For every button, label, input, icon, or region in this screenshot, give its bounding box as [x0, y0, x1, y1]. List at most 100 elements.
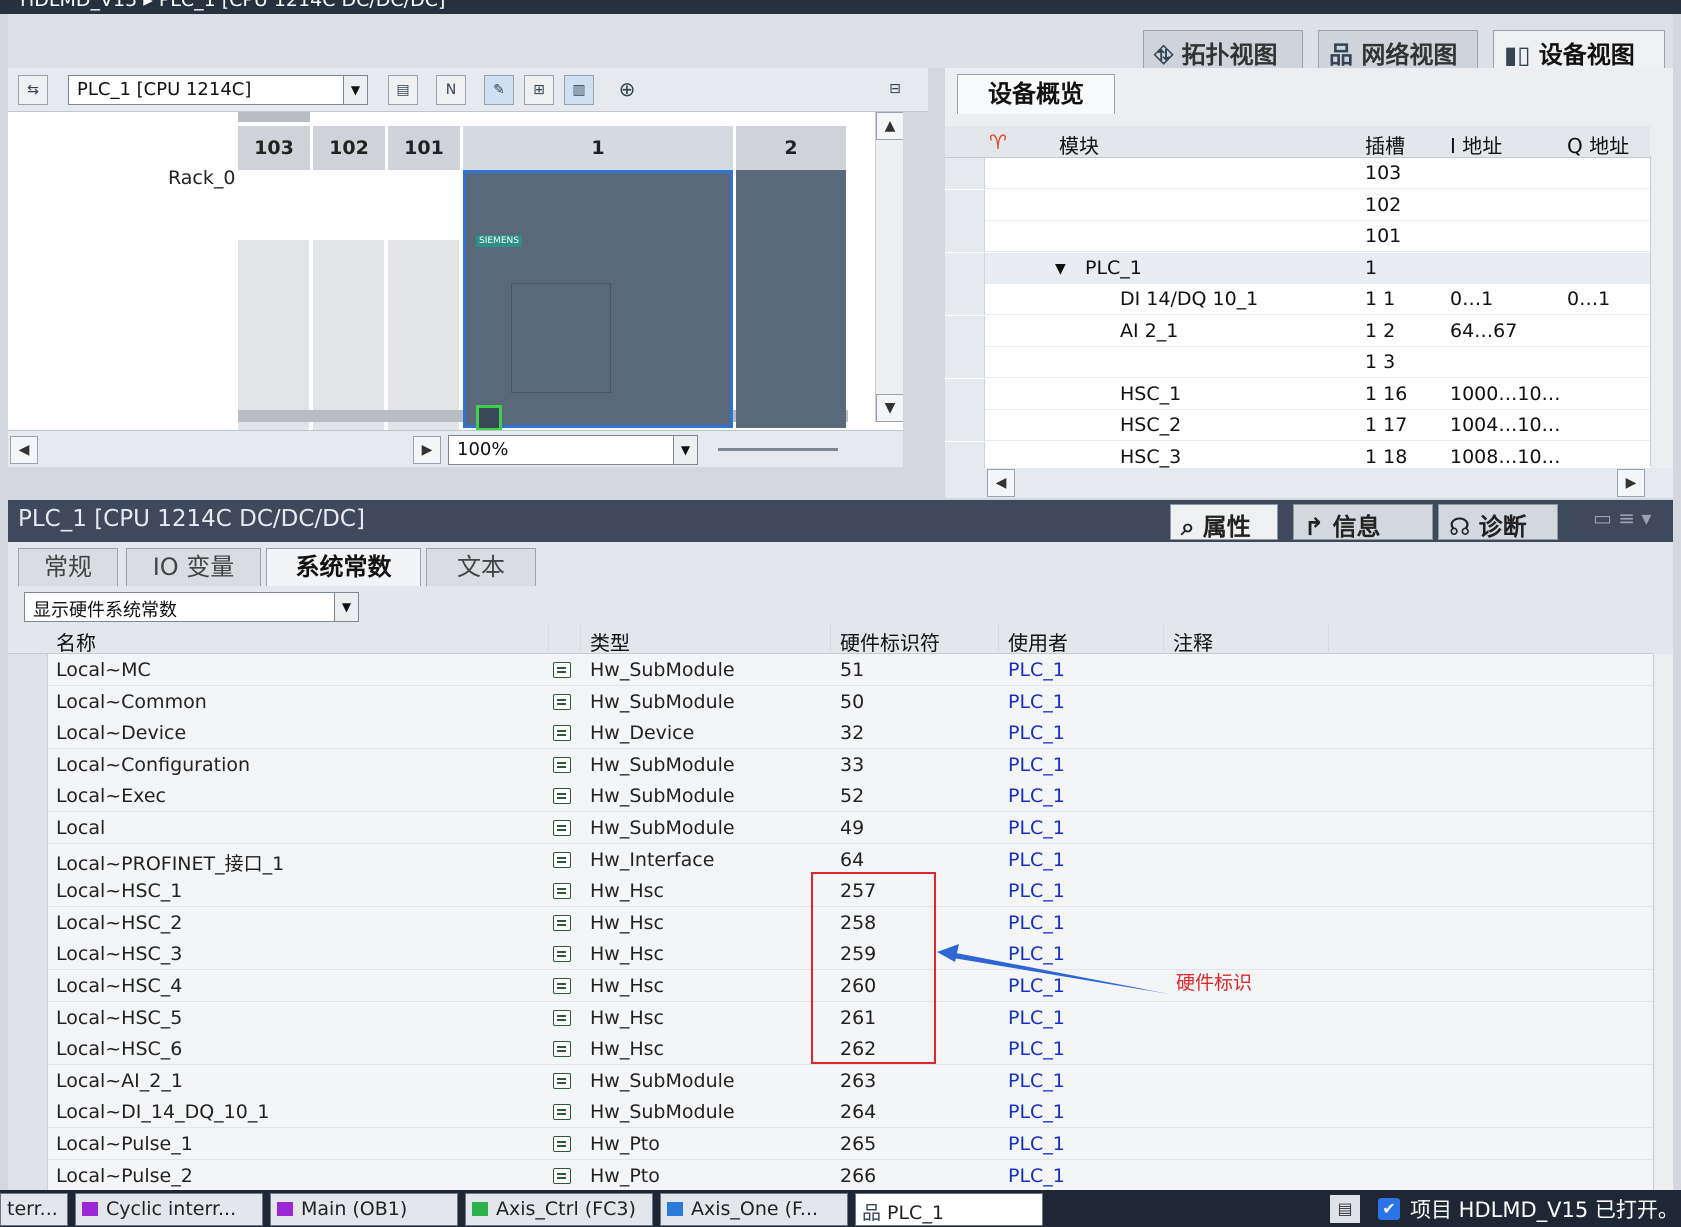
tab-device-view[interactable]: ▮▯ 设备视图: [1493, 30, 1665, 69]
cell-user[interactable]: PLC_1: [1008, 754, 1065, 776]
empty-slot[interactable]: [238, 240, 310, 430]
subtab-system-constants[interactable]: 系统常数: [266, 548, 421, 586]
cell-hwid: 263: [840, 1069, 877, 1092]
chevron-down-icon: ▼: [334, 593, 358, 621]
scroll-left-icon[interactable]: ◀: [987, 469, 1015, 497]
cell-hwid: 51: [840, 659, 865, 681]
cell-name: Local~Configuration: [56, 753, 251, 776]
canvas-vertical-scrollbar[interactable]: ▲ ▼: [875, 112, 903, 422]
cell-name: Local~HSC_4: [56, 975, 183, 997]
tab-diagnostics[interactable]: ☊ 诊断: [1438, 504, 1558, 541]
table-row[interactable]: Local~AI_2_1 Hw_SubModule 263 PLC_1: [8, 1064, 1653, 1097]
annotation-label: 硬件标识: [1176, 972, 1253, 994]
table-row[interactable]: HSC_3 1 18 1008…10…: [945, 441, 1650, 468]
table-row[interactable]: Local~PROFINET_接口_1 Hw_Interface 64 PLC_1: [8, 843, 1653, 876]
name-label-icon[interactable]: N: [436, 75, 466, 105]
zoom-slider[interactable]: [718, 448, 838, 451]
table-row[interactable]: Local~DI_14_DQ_10_1 Hw_SubModule 264 PLC_1: [8, 1096, 1653, 1129]
cell-user[interactable]: PLC_1: [1008, 849, 1065, 871]
zoom-select[interactable]: 100% ▼: [448, 435, 698, 465]
device-canvas[interactable]: 103 102 101 1 2 Rack_0 SIEMENS ▲ ▼ ◀ ▶ 1…: [8, 112, 903, 467]
cell-user[interactable]: PLC_1: [1008, 785, 1065, 807]
cell-user[interactable]: PLC_1: [1008, 1007, 1065, 1029]
cell-user[interactable]: PLC_1: [1008, 1165, 1065, 1187]
window-controls-icon[interactable]: ▭ ≡ ▾: [1593, 506, 1651, 530]
cell-name: Local~HSC_2: [56, 911, 183, 934]
table-row[interactable]: Local~Pulse_2 Hw_Pto 266 PLC_1: [8, 1159, 1653, 1190]
subtab-io-tags[interactable]: IO 变量: [126, 548, 261, 586]
cell-user[interactable]: PLC_1: [1008, 722, 1065, 744]
taskbar-item[interactable]: Cyclic interr...: [75, 1193, 263, 1226]
cell-module: AI 2_1: [1120, 319, 1179, 342]
table-row[interactable]: 1 3: [945, 347, 1650, 378]
filter-icon[interactable]: ♈: [989, 130, 1007, 154]
constants-vertical-scrollbar[interactable]: [1653, 654, 1673, 1190]
overview-vertical-scrollbar[interactable]: [1650, 156, 1673, 466]
tab-topology-view[interactable]: ⛗ 拓扑视图: [1143, 30, 1303, 69]
taskbar-item[interactable]: Axis_Ctrl (FC3): [465, 1193, 653, 1226]
expand-icon[interactable]: ▼: [1055, 261, 1066, 277]
cpu-cover: [511, 283, 611, 393]
empty-slot[interactable]: [313, 240, 385, 430]
table-row[interactable]: HSC_1 1 16 1000…10…: [945, 378, 1650, 410]
cell-user[interactable]: PLC_1: [1008, 1038, 1065, 1060]
constant-filter-select[interactable]: 显示硬件系统常数 ▼: [24, 592, 359, 622]
cell-type: Hw_Hsc: [590, 880, 664, 903]
cell-user[interactable]: PLC_1: [1008, 1101, 1065, 1123]
scroll-right-icon[interactable]: ▶: [413, 436, 441, 464]
table-row[interactable]: Local~Configuration Hw_SubModule 33 PLC_1: [8, 748, 1653, 781]
table-row[interactable]: AI 2_1 1 2 64…67: [945, 315, 1650, 347]
constant-icon: [553, 1167, 571, 1184]
overview-horizontal-scrollbar[interactable]: ◀ ▶: [945, 468, 1673, 498]
taskbar-item[interactable]: Main (OB1): [270, 1193, 458, 1226]
row-stub: [8, 843, 48, 876]
table-row[interactable]: DI 14/DQ 10_1 1 1 0…1 0…1: [945, 284, 1650, 315]
tab-network-view[interactable]: 品 网络视图: [1318, 30, 1478, 69]
taskbar-item[interactable]: Axis_One (F...: [660, 1193, 848, 1226]
scroll-left-icon[interactable]: ◀: [10, 436, 38, 464]
device-pin-icon[interactable]: ⇆: [18, 75, 48, 105]
taskbar-item[interactable]: terr...: [0, 1193, 68, 1226]
pen-icon[interactable]: ✎: [484, 75, 514, 105]
row-stub: [945, 158, 985, 189]
scroll-down-icon[interactable]: ▼: [876, 394, 903, 422]
table-row[interactable]: 102: [945, 189, 1650, 221]
table-view-icon[interactable]: ▥: [564, 75, 594, 105]
table-row[interactable]: 103: [945, 158, 1650, 189]
table-row[interactable]: Local~Pulse_1 Hw_Pto 265 PLC_1: [8, 1128, 1653, 1160]
cell-user[interactable]: PLC_1: [1008, 817, 1065, 839]
portal-view-icon[interactable]: ▤: [1330, 1195, 1360, 1223]
scroll-up-icon[interactable]: ▲: [876, 112, 903, 140]
table-row[interactable]: Local~Device Hw_Device 32 PLC_1: [8, 717, 1653, 750]
tab-device-overview[interactable]: 设备概览: [957, 74, 1115, 114]
signal-board[interactable]: [736, 170, 846, 428]
subtab-texts[interactable]: 文本: [426, 548, 536, 586]
device-select[interactable]: PLC_1 [CPU 1214C] ▼: [68, 75, 368, 105]
cell-user[interactable]: PLC_1: [1008, 691, 1065, 713]
row-stub: [945, 410, 985, 441]
table-row[interactable]: 101: [945, 221, 1650, 252]
scroll-right-icon[interactable]: ▶: [1617, 469, 1645, 497]
table-row[interactable]: Local~MC Hw_SubModule 51 PLC_1: [8, 654, 1653, 686]
cell-user[interactable]: PLC_1: [1008, 659, 1065, 681]
grid-icon[interactable]: ⊞: [524, 75, 554, 105]
table-row[interactable]: Local~Exec Hw_SubModule 52 PLC_1: [8, 780, 1653, 813]
zoom-icon[interactable]: ⊕: [612, 75, 642, 105]
subtab-general[interactable]: 常规: [18, 548, 118, 586]
taskbar-item-plc[interactable]: 品 PLC_1: [855, 1193, 1043, 1226]
table-row[interactable]: HSC_2 1 17 1004…10…: [945, 410, 1650, 441]
cell-user[interactable]: PLC_1: [1008, 912, 1065, 934]
table-row[interactable]: ▼ PLC_1 1: [945, 252, 1650, 284]
tab-info[interactable]: ↱ 信息: [1293, 504, 1433, 541]
module-view-icon[interactable]: ▤: [388, 75, 418, 105]
cpu-module[interactable]: SIEMENS: [463, 170, 733, 431]
row-stub: [8, 748, 48, 781]
table-row[interactable]: Local Hw_SubModule 49 PLC_1: [8, 812, 1653, 844]
empty-slot[interactable]: [388, 240, 460, 430]
tab-properties[interactable]: ⌕ 属性: [1170, 504, 1278, 541]
table-row[interactable]: Local~Common Hw_SubModule 50 PLC_1: [8, 685, 1653, 718]
cell-user[interactable]: PLC_1: [1008, 880, 1065, 902]
cell-user[interactable]: PLC_1: [1008, 1133, 1065, 1155]
cell-user[interactable]: PLC_1: [1008, 1070, 1065, 1092]
panel-toggle-icon[interactable]: ⊟: [880, 75, 910, 105]
